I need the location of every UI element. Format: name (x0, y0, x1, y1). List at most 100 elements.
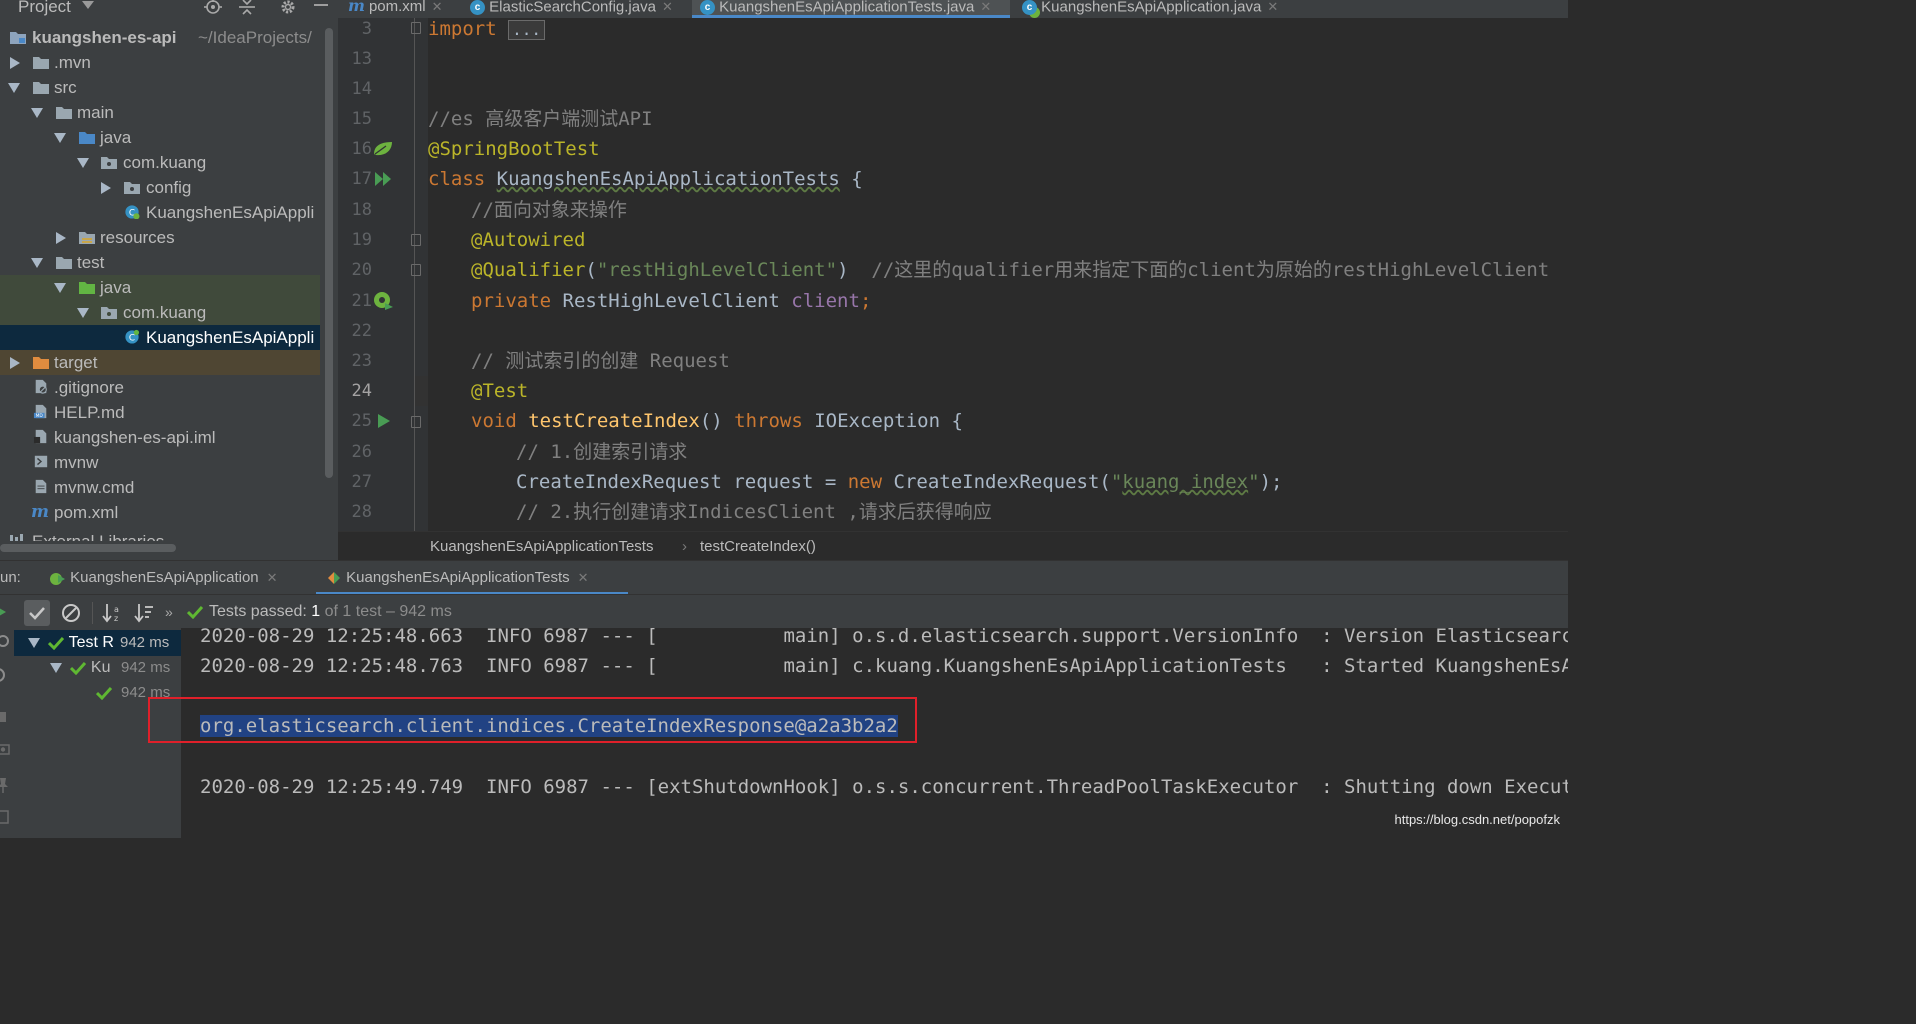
tree-item-help-md[interactable]: MD HELP.md (0, 400, 320, 425)
tree-item-gitignore[interactable]: .gitignore (0, 375, 320, 400)
close-icon[interactable]: ✕ (578, 570, 589, 585)
chevron-right-icon[interactable] (101, 182, 111, 194)
tree-item-package[interactable]: com.kuang (0, 150, 320, 175)
run-test-icon[interactable] (376, 413, 392, 429)
console-log-line: 2020-08-29 12:25:48.663 INFO 6987 --- [ … (200, 628, 1568, 651)
tab-application[interactable]: c KuangshenEsApiApplication.java ✕ (1022, 0, 1302, 18)
show-ignored-button[interactable] (58, 600, 84, 626)
tab-label: KuangshenEsApiApplication (70, 569, 259, 586)
export-icon[interactable] (0, 808, 10, 824)
test-node-method[interactable] (95, 680, 113, 705)
sort-alpha-button[interactable]: az (100, 600, 126, 626)
log-sep: --- (600, 628, 635, 647)
horizontal-scrollbar[interactable] (0, 544, 176, 552)
tree-item-src[interactable]: src (0, 75, 320, 100)
close-icon[interactable]: ✕ (432, 0, 443, 14)
chevron-down-icon[interactable] (28, 637, 40, 648)
tab-application-tests[interactable]: c KuangshenEsApiApplicationTests.java ✕ (692, 0, 1010, 18)
chevron-down-icon[interactable] (8, 83, 20, 93)
line-number: 23 (351, 351, 372, 371)
chevron-right-icon[interactable] (56, 232, 66, 244)
log-thread: [ main] (646, 655, 841, 677)
tree-item-target[interactable]: target (0, 350, 320, 375)
rerun-failed-icon[interactable] (0, 634, 10, 648)
chevron-down-icon[interactable] (77, 158, 89, 168)
fold-icon[interactable] (411, 264, 421, 276)
test-node-root[interactable]: Test R (28, 630, 114, 655)
line-number-current: 24 (351, 381, 372, 401)
tree-item-resources[interactable]: resources (0, 225, 320, 250)
project-view-selector[interactable]: Project (18, 0, 71, 17)
libraries-icon (10, 534, 23, 541)
chevron-down-icon[interactable] (54, 133, 66, 143)
close-icon[interactable]: ✕ (980, 0, 991, 14)
tree-item-application-class[interactable]: C KuangshenEsApiAppli (0, 200, 320, 225)
tree-item-project-root[interactable]: kuangshen-es-api ~/IdeaProjects/ (0, 25, 320, 50)
log-date: 2020-08-29 12:25:48.763 (200, 655, 464, 677)
passed-check-icon (48, 636, 65, 650)
tree-item-test-package[interactable]: com.kuang (0, 300, 320, 325)
chevron-down-icon[interactable] (31, 108, 43, 118)
breadcrumb-method[interactable]: testCreateIndex() (700, 532, 816, 561)
code-editor[interactable]: import ... //es 高级客户端测试API @SpringBootTe… (428, 18, 1568, 531)
breadcrumb-separator: › (682, 538, 687, 555)
tree-item-mvnw-cmd[interactable]: mvnw.cmd (0, 475, 320, 500)
chevron-down-icon[interactable] (50, 662, 62, 673)
collapse-all-icon[interactable] (238, 0, 256, 15)
tree-item-mvn[interactable]: .mvn (0, 50, 320, 75)
test-node-class[interactable]: Ku (50, 655, 110, 680)
tree-item-mvnw[interactable]: mvnw (0, 450, 320, 475)
source-folder-icon (79, 132, 95, 144)
run-all-icon[interactable] (374, 170, 394, 188)
show-passed-button[interactable] (24, 600, 50, 626)
rerun-icon[interactable] (0, 604, 8, 620)
chevron-down-icon[interactable] (77, 308, 89, 318)
code-line: //es 高级客户端测试API (428, 108, 653, 130)
minimize-icon[interactable] (312, 0, 330, 15)
locate-icon[interactable] (204, 0, 222, 15)
chevron-down-icon[interactable] (54, 283, 66, 293)
fold-icon[interactable] (411, 22, 421, 34)
check-icon (29, 607, 45, 620)
camera-icon[interactable] (0, 742, 10, 756)
gear-icon[interactable] (279, 0, 297, 15)
toggle-auto-test-icon[interactable] (0, 666, 10, 684)
chevron-right-icon[interactable] (10, 57, 20, 69)
tree-item-test-class[interactable]: C KuangshenEsApiAppli (0, 325, 320, 350)
folded-imports[interactable]: ... (508, 20, 545, 40)
tree-item-external-libraries[interactable]: External Libraries (0, 525, 320, 541)
watermark: https://blog.csdn.net/popofzk (1394, 812, 1561, 827)
more-actions-icon[interactable]: » (165, 595, 173, 629)
tree-item-test-java[interactable]: java (0, 275, 320, 300)
line-number: 3 (361, 19, 372, 39)
code-line: @Test (471, 380, 529, 402)
line-number: 28 (351, 502, 372, 522)
breadcrumb-class[interactable]: KuangshenEsApiApplicationTests (430, 532, 653, 561)
chevron-down-icon[interactable] (31, 258, 43, 268)
tree-item-test[interactable]: test (0, 250, 320, 275)
tree-item-config[interactable]: config (0, 175, 320, 200)
pin-icon[interactable] (0, 776, 10, 794)
fold-icon[interactable] (411, 416, 421, 428)
vertical-scrollbar[interactable] (325, 28, 333, 478)
tree-item-main[interactable]: main (0, 100, 320, 125)
tab-run-application[interactable]: KuangshenEsApiApplication ✕ (48, 561, 304, 595)
sort-duration-button[interactable] (132, 600, 158, 626)
tree-item-label: mvnw (54, 453, 99, 472)
tab-run-tests[interactable]: KuangshenEsApiApplicationTests ✕ (316, 561, 628, 595)
tree-item-pom[interactable]: m pom.xml (0, 500, 320, 525)
close-icon[interactable]: ✕ (1267, 0, 1278, 14)
spring-bean-icon[interactable] (372, 140, 394, 158)
chevron-down-icon[interactable] (82, 1, 94, 9)
close-icon[interactable]: ✕ (662, 0, 673, 14)
tree-item-iml[interactable]: kuangshen-es-api.iml (0, 425, 320, 450)
autowired-bean-icon[interactable] (372, 291, 394, 311)
tree-item-main-java[interactable]: java (0, 125, 320, 150)
line-number: 25 (351, 411, 372, 431)
close-icon[interactable]: ✕ (267, 570, 278, 585)
stop-icon[interactable] (0, 712, 6, 722)
fold-icon[interactable] (411, 234, 421, 246)
chevron-right-icon[interactable] (10, 357, 20, 369)
package-icon (101, 307, 117, 319)
tab-elasticsearch-config[interactable]: c ElasticSearchConfig.java ✕ (470, 0, 688, 18)
